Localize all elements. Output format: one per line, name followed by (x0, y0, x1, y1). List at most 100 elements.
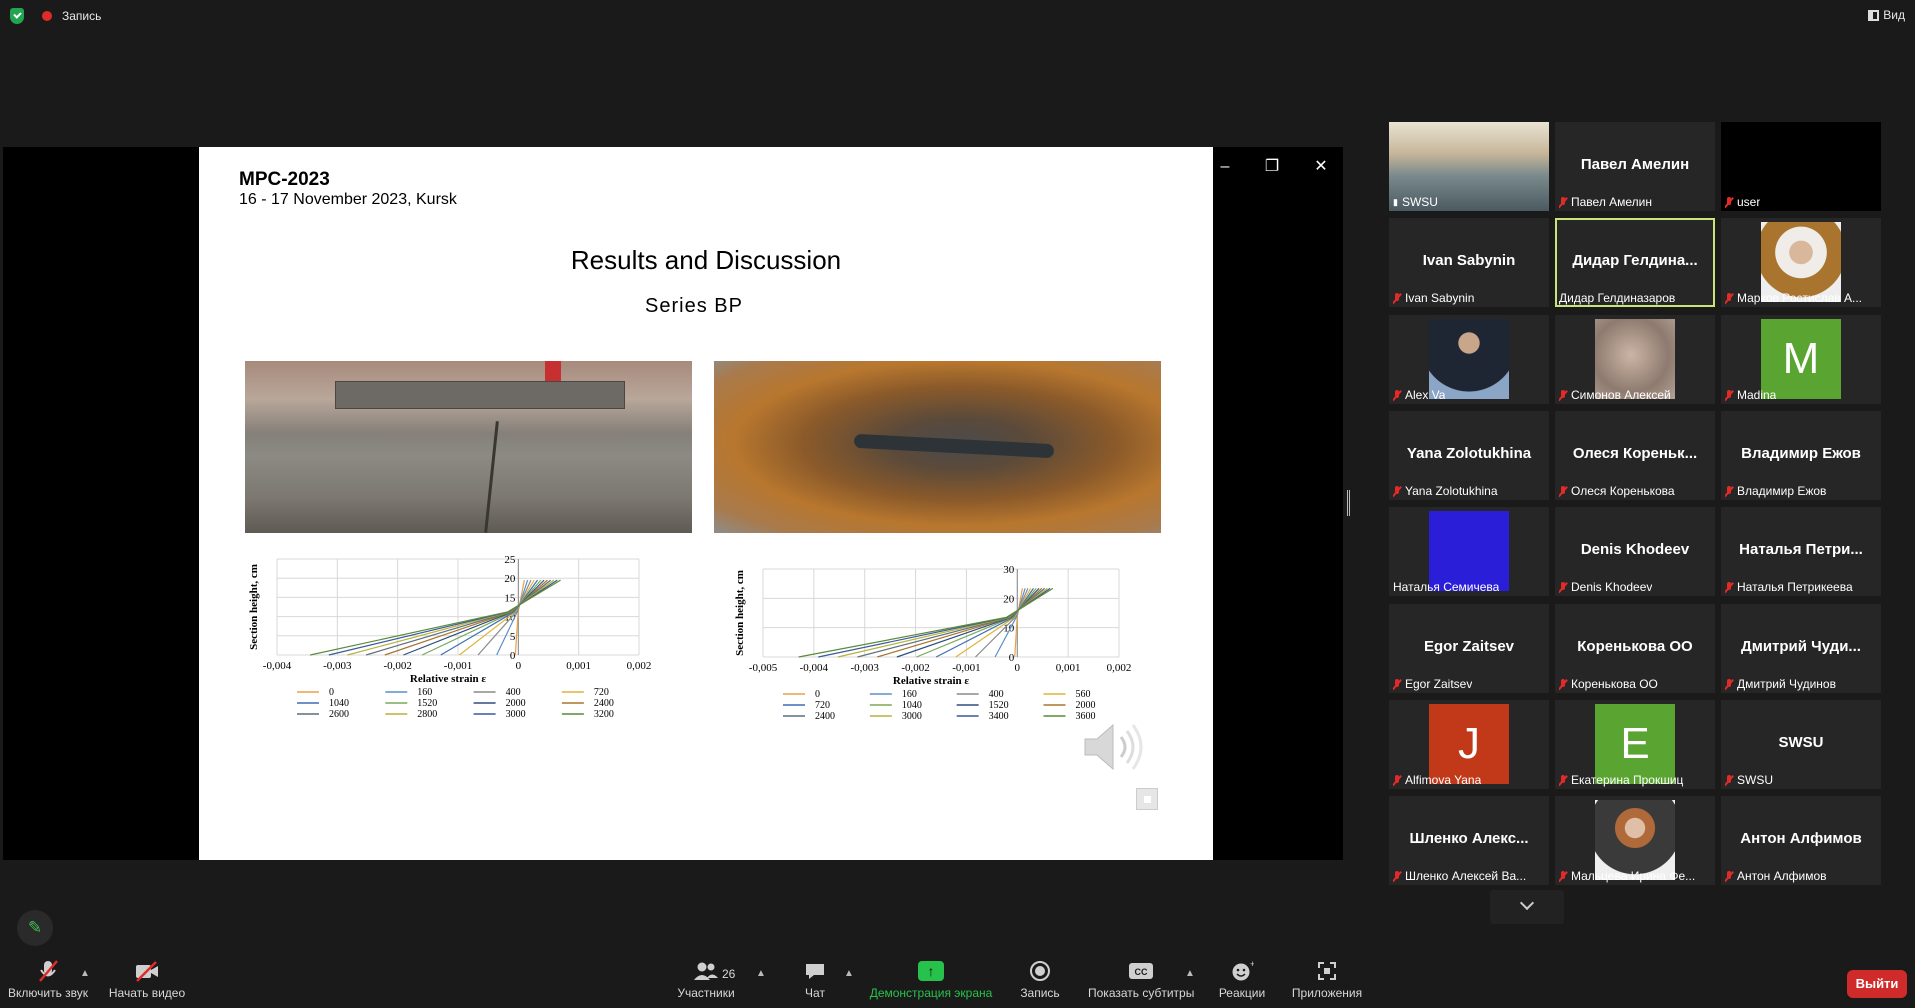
participants-options-caret[interactable]: ▲ (756, 968, 766, 979)
legend-label: 2600 (329, 709, 349, 720)
participant-tile[interactable]: ▮ SWSU (1389, 122, 1549, 211)
participant-name: Наталья Петрикеева (1737, 580, 1853, 594)
participant-tile[interactable]: Дидар Гелдина... Дидар Гелдиназаров (1555, 218, 1715, 307)
participant-tile[interactable]: Denis Khodeev Denis Khodeev (1555, 507, 1715, 596)
participant-name: Екатерина Прокшиц (1571, 773, 1684, 787)
gallery-next-page-button[interactable] (1490, 890, 1564, 924)
security-shield-icon[interactable] (10, 8, 24, 24)
participant-name-label: Наталья Семичева (1393, 580, 1499, 594)
x-tick-label: 0,002 (1107, 662, 1132, 674)
participant-avatar (1761, 222, 1841, 302)
legend-label: 3000 (506, 709, 526, 720)
close-icon[interactable]: ✕ (1309, 155, 1333, 179)
view-button[interactable]: Вид (1868, 8, 1905, 22)
participant-tile[interactable]: Наталья Семичева (1389, 507, 1549, 596)
participant-tile[interactable]: user (1721, 122, 1881, 211)
audio-options-caret[interactable]: ▲ (80, 968, 90, 979)
participant-name: Egor Zaitsev (1405, 677, 1473, 691)
y-tick-label: 20 (504, 573, 516, 585)
slide-conference: MPC-2023 (239, 169, 330, 190)
apps-icon (1318, 962, 1336, 980)
record-button[interactable]: Запись (1018, 956, 1062, 1008)
microphone-muted-icon (1725, 389, 1733, 401)
participants-button[interactable]: Участники (675, 956, 737, 1008)
recording-label: Запись (62, 9, 102, 23)
participant-name-label: SWSU (1725, 773, 1773, 787)
y-tick-label: 15 (504, 592, 516, 604)
minimize-icon[interactable]: – (1213, 155, 1237, 179)
participant-tile[interactable]: Владимир Ежов Владимир Ежов (1721, 411, 1881, 500)
split-resize-handle[interactable] (1347, 490, 1350, 516)
participant-name: Наталья Семичева (1393, 580, 1500, 594)
captions-options-caret[interactable]: ▲ (1185, 968, 1195, 979)
participant-tile[interactable]: SWSU SWSU (1721, 700, 1881, 789)
participant-tile[interactable]: Дмитрий Чуди... Дмитрий Чудинов (1721, 604, 1881, 693)
series-line (347, 579, 555, 656)
participant-tile[interactable]: Марков Ростислав А... (1721, 218, 1881, 307)
participant-name-label: user (1725, 195, 1760, 209)
x-tick-label: 0 (1015, 662, 1021, 674)
participant-tile[interactable]: Yana Zolotukhina Yana Zolotukhina (1389, 411, 1549, 500)
participant-name: Yana Zolotukhina (1405, 484, 1498, 498)
microphone-muted-icon (1725, 581, 1733, 593)
participant-display-name: Наталья Петри... (1739, 541, 1863, 558)
corroded-rebar-photo (714, 361, 1161, 533)
reactions-icon: + (1232, 960, 1254, 981)
microphone-muted-icon (1559, 485, 1567, 497)
x-tick-label: 0,001 (566, 660, 591, 672)
participant-tile[interactable]: Наталья Петри... Наталья Петрикеева (1721, 507, 1881, 596)
unmute-button[interactable]: Включить звук (6, 956, 90, 1008)
participant-name-label: Мальцева Ирина Фе... (1559, 869, 1695, 883)
participant-name: Дидар Гелдиназаров (1559, 291, 1676, 305)
participant-tile[interactable]: J Alfimova Yana (1389, 700, 1549, 789)
x-tick-label: 0 (516, 660, 522, 672)
participant-tile[interactable]: Коренькова ОО Коренькова ОО (1555, 604, 1715, 693)
participant-tile[interactable]: Павел Амелин Павел Амелин (1555, 122, 1715, 211)
annotate-pencil-icon[interactable]: ✎ (17, 910, 53, 946)
start-video-button[interactable]: Начать видео (108, 956, 186, 1008)
recording-icon (42, 11, 52, 21)
x-tick-label: 0,001 (1056, 662, 1081, 674)
microphone-muted-icon (1725, 485, 1733, 497)
pin-icon: ▮ (1393, 196, 1398, 207)
meeting-toolbar: Включить звук ▲ Начать видео Участники 2… (0, 956, 1915, 1008)
participant-tile[interactable]: E Екатерина Прокшиц (1555, 700, 1715, 789)
participant-tile[interactable]: Ivan Sabynin Ivan Sabynin (1389, 218, 1549, 307)
participant-tile[interactable]: Мальцева Ирина Фе... (1555, 796, 1715, 885)
participant-tile[interactable]: Антон Алфимов Антон Алфимов (1721, 796, 1881, 885)
participant-tile[interactable]: Олеся Кореньк... Олеся Коренькова (1555, 411, 1715, 500)
participant-name-label: Наталья Петрикеева (1725, 580, 1853, 594)
restore-icon[interactable]: ❐ (1260, 155, 1284, 179)
participant-name: Denis Khodeev (1571, 580, 1653, 594)
legend-label: 3200 (594, 709, 614, 720)
participant-tile[interactable]: M Madina (1721, 315, 1881, 404)
participant-tile[interactable]: Шленко Алекс... Шленко Алексей Ва... (1389, 796, 1549, 885)
share-screen-button[interactable]: ↑ Демонстрация экрана (868, 956, 994, 1008)
microphone-muted-icon (1559, 196, 1567, 208)
captions-cc-icon: CC (1129, 963, 1153, 979)
participant-name-label: Дидар Гелдиназаров (1559, 291, 1675, 305)
participant-display-name: Шленко Алекс... (1409, 830, 1529, 847)
series-line (514, 580, 525, 656)
leave-meeting-button[interactable]: Выйти (1847, 970, 1907, 998)
apps-button[interactable]: Приложения (1290, 956, 1364, 1008)
strain-chart-left: -0,004 -0,003 -0,002 -0,001 0 0,001 0,00205101… (248, 554, 651, 720)
participant-name-label: Egor Zaitsev (1393, 677, 1472, 691)
chat-button[interactable]: Чат (800, 956, 830, 1008)
start-video-label: Начать видео (108, 986, 186, 1000)
captions-button[interactable]: CC Показать субтитры (1088, 956, 1194, 1008)
participant-tile[interactable]: Egor Zaitsev Egor Zaitsev (1389, 604, 1549, 693)
captions-label: Показать субтитры (1088, 986, 1195, 1000)
participant-tile[interactable]: Симонов Алексей (1555, 315, 1715, 404)
camera-off-icon (136, 961, 158, 982)
reactions-button[interactable]: + Реакции (1218, 956, 1266, 1008)
slide-title: Results and Discussion (570, 245, 842, 275)
media-stop-icon[interactable] (1136, 788, 1158, 810)
x-axis-title: Relative strain ε (410, 673, 486, 685)
participant-name-label: ▮ SWSU (1393, 195, 1438, 209)
speaker-icon (1084, 723, 1143, 771)
participant-tile[interactable]: Alex Va (1389, 315, 1549, 404)
view-label: Вид (1883, 8, 1905, 22)
chat-options-caret[interactable]: ▲ (844, 968, 854, 979)
participant-name-label: Олеся Коренькова (1559, 484, 1675, 498)
